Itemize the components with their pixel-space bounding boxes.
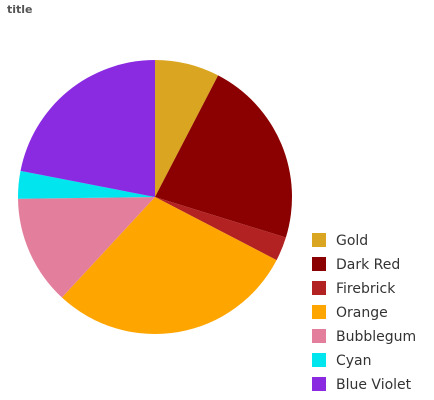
legend-label-orange: Orange: [336, 305, 388, 321]
legend-swatch-dark-red: [312, 257, 326, 271]
legend-label-firebrick: Firebrick: [336, 281, 396, 297]
legend-swatch-firebrick: [312, 281, 326, 295]
legend-swatch-cyan: [312, 353, 326, 367]
legend-label-gold: Gold: [336, 233, 368, 249]
pie-slices: [18, 60, 292, 334]
pie-chart: Gold Dark Red Firebrick Orange Bubblegum Cyan…: [18, 60, 416, 393]
legend: Gold Dark Red Firebrick Orange Bubblegum Cyan…: [312, 233, 416, 393]
legend-swatch-orange: [312, 305, 326, 319]
legend-label-blue-violet: Blue Violet: [336, 377, 412, 393]
legend-swatch-bubblegum: [312, 329, 326, 343]
legend-label-cyan: Cyan: [336, 353, 372, 369]
legend-swatch-blue-violet: [312, 377, 326, 391]
legend-label-dark-red: Dark Red: [336, 257, 400, 273]
legend-swatch-gold: [312, 233, 326, 247]
legend-label-bubblegum: Bubblegum: [336, 329, 416, 345]
